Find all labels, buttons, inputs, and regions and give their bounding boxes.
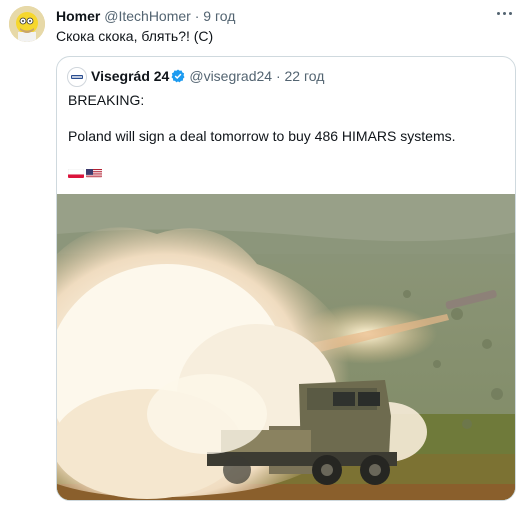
separator-dot: · [194, 8, 200, 24]
verified-badge-icon [171, 69, 185, 83]
tweet-text: Скока скока, блять?! (С) [56, 28, 214, 44]
tweet-header: Homer @ItechHomer · 9 год [56, 8, 235, 25]
more-icon[interactable] [493, 4, 515, 22]
quoted-text-line-1: BREAKING: [68, 92, 145, 108]
flags [68, 164, 104, 182]
quoted-author-name[interactable]: Visegrád 24 [91, 68, 169, 84]
author-handle[interactable]: @ItechHomer [104, 8, 191, 24]
usa-flag-icon [86, 167, 102, 179]
author-avatar[interactable] [9, 6, 45, 42]
poland-flag-icon [68, 167, 84, 179]
quoted-text-line-2: Poland will sign a deal tomorrow to buy … [68, 128, 456, 144]
quoted-tweet-image[interactable] [57, 194, 515, 500]
quoted-author-avatar[interactable] [67, 67, 87, 87]
tweet: Homer @ItechHomer · 9 год Скока скока, б… [0, 0, 523, 506]
quoted-tweet-header: Visegrád 24 @visegrad24 · 22 год [91, 68, 324, 85]
quoted-tweet[interactable]: Visegrád 24 @visegrad24 · 22 год BREAKING… [56, 56, 516, 501]
author-name[interactable]: Homer [56, 8, 100, 24]
quoted-tweet-text: BREAKING: Poland will sign a deal tomorr… [68, 91, 456, 145]
quoted-tweet-time[interactable]: 22 год [285, 68, 325, 84]
tweet-time[interactable]: 9 год [203, 8, 235, 24]
quoted-separator-dot: · [275, 68, 281, 84]
quoted-author-handle[interactable]: @visegrad24 [189, 68, 272, 84]
